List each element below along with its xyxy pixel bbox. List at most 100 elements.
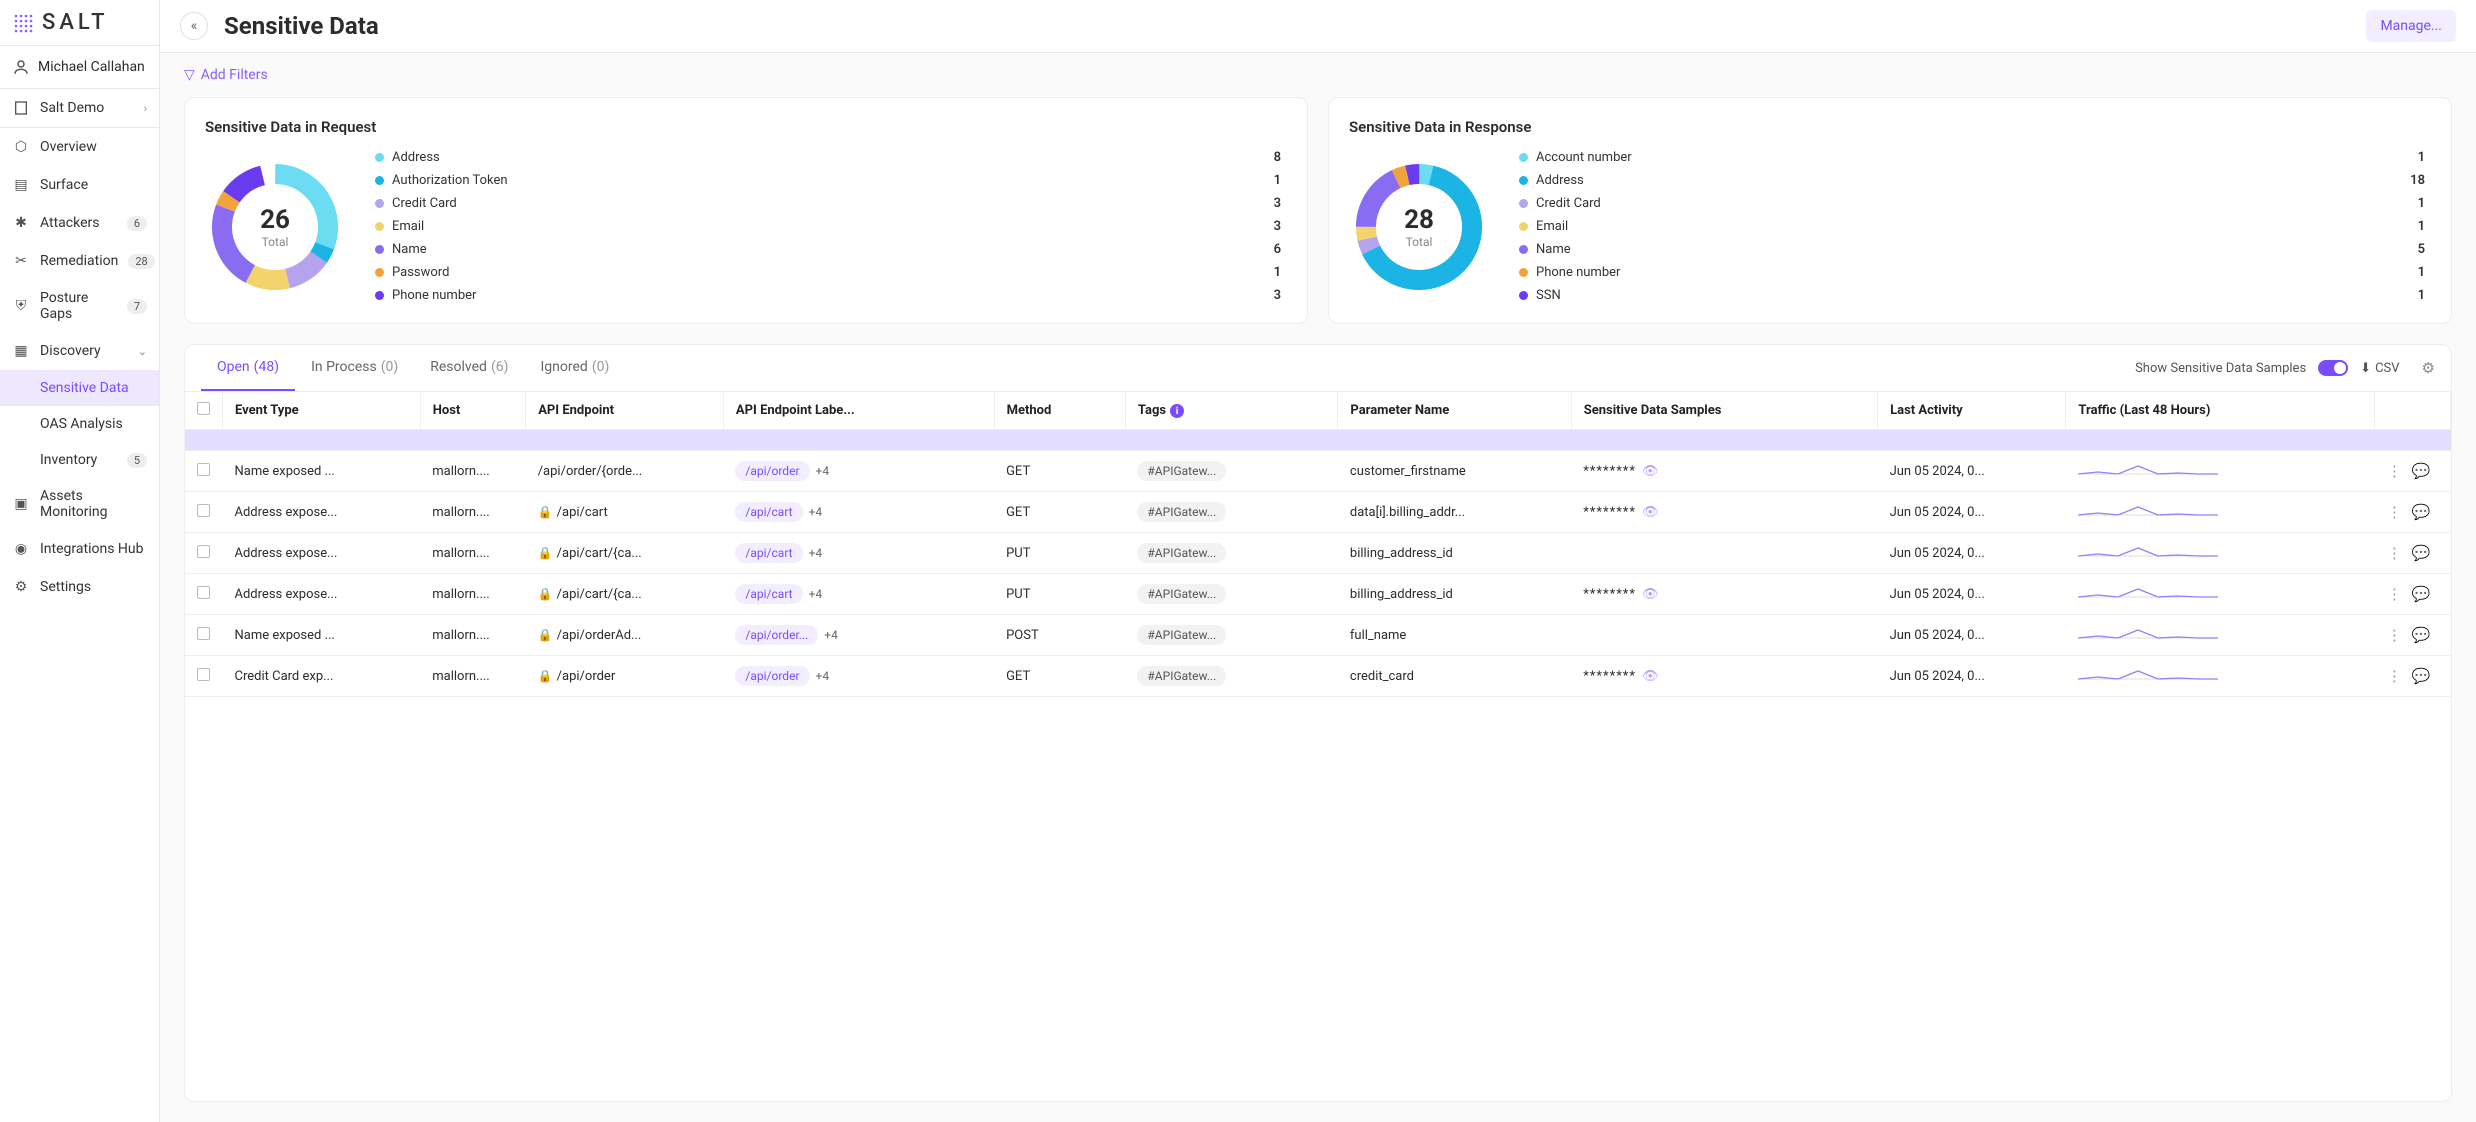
tab-open[interactable]: Open(48): [201, 345, 295, 391]
row-menu-button[interactable]: ⋮: [2387, 626, 2402, 644]
tab-in-process[interactable]: In Process(0): [295, 345, 414, 391]
row-checkbox[interactable]: [197, 627, 210, 640]
legend-item[interactable]: Phone number3: [375, 288, 1281, 303]
legend-item[interactable]: Email3: [375, 219, 1281, 234]
more-labels[interactable]: +4: [816, 669, 830, 683]
endpoint-pill[interactable]: /api/order: [735, 666, 809, 686]
more-labels[interactable]: +4: [816, 464, 830, 478]
tag-pill[interactable]: #APIGatew...: [1137, 502, 1226, 522]
more-labels[interactable]: +4: [809, 587, 823, 601]
lock-icon: 🔒: [538, 505, 553, 519]
eye-icon[interactable]: 👁: [1642, 587, 1659, 602]
sidebar-item-oas[interactable]: OAS Analysis: [0, 406, 159, 442]
add-filters-button[interactable]: ▽ Add Filters: [184, 67, 268, 83]
row-menu-button[interactable]: ⋮: [2387, 544, 2402, 562]
more-labels[interactable]: +4: [824, 628, 838, 642]
table-row[interactable]: Name exposed ...mallorn..../api/order/{o…: [185, 451, 2451, 492]
col-endpoint[interactable]: API Endpoint: [526, 392, 724, 430]
table-row[interactable]: Credit Card exp...mallorn....🔒/api/order…: [185, 656, 2451, 697]
col-host[interactable]: Host: [420, 392, 525, 430]
samples-toggle[interactable]: [2318, 360, 2348, 376]
chat-icon[interactable]: 💬: [2412, 544, 2431, 562]
table-scroll[interactable]: Event Type Host API Endpoint API Endpoin…: [185, 392, 2451, 1101]
tag-pill[interactable]: #APIGatew...: [1137, 584, 1226, 604]
sidebar-item-attackers[interactable]: ✱ Attackers 6: [0, 204, 159, 242]
sidebar-item-overview[interactable]: ⬡ Overview: [0, 128, 159, 166]
eye-icon[interactable]: 👁: [1642, 669, 1659, 684]
endpoint-pill[interactable]: /api/cart: [735, 584, 802, 604]
sidebar-item-settings[interactable]: ⚙ Settings: [0, 568, 159, 606]
tag-pill[interactable]: #APIGatew...: [1137, 461, 1226, 481]
col-samples[interactable]: Sensitive Data Samples: [1571, 392, 1877, 430]
col-param[interactable]: Parameter Name: [1338, 392, 1571, 430]
eye-icon[interactable]: 👁: [1642, 505, 1659, 520]
sidebar-item-assets[interactable]: ▣ Assets Monitoring: [0, 478, 159, 530]
table-row[interactable]: Name exposed ...mallorn....🔒/api/orderAd…: [185, 615, 2451, 656]
row-menu-button[interactable]: ⋮: [2387, 667, 2402, 685]
sidebar-item-discovery[interactable]: ▦ Discovery ⌄: [0, 332, 159, 370]
tag-pill[interactable]: #APIGatew...: [1137, 625, 1226, 645]
legend-item[interactable]: Name6: [375, 242, 1281, 257]
row-checkbox[interactable]: [197, 463, 210, 476]
endpoint-pill[interactable]: /api/cart: [735, 543, 802, 563]
more-labels[interactable]: +4: [809, 546, 823, 560]
legend-item[interactable]: Account number1: [1519, 150, 2425, 165]
endpoint-pill[interactable]: /api/cart: [735, 502, 802, 522]
col-last[interactable]: Last Activity: [1878, 392, 2066, 430]
col-checkbox[interactable]: [185, 392, 223, 430]
sidebar-item-surface[interactable]: ▤ Surface: [0, 166, 159, 204]
sidebar-item-inventory[interactable]: Inventory 5: [0, 442, 159, 478]
chat-icon[interactable]: 💬: [2412, 503, 2431, 521]
endpoint-pill[interactable]: /api/order: [735, 461, 809, 481]
legend-item[interactable]: Name5: [1519, 242, 2425, 257]
legend-value: 3: [1274, 288, 1281, 303]
context-selector[interactable]: Salt Demo ›: [0, 89, 159, 128]
endpoint-pill[interactable]: /api/order...: [735, 625, 818, 645]
tag-pill[interactable]: #APIGatew...: [1137, 543, 1226, 563]
chat-icon[interactable]: 💬: [2412, 667, 2431, 685]
manage-button[interactable]: Manage...: [2366, 10, 2456, 42]
table-row[interactable]: Address expose...mallorn....🔒/api/cart/{…: [185, 574, 2451, 615]
legend-item[interactable]: Email1: [1519, 219, 2425, 234]
legend-item[interactable]: Address8: [375, 150, 1281, 165]
row-menu-button[interactable]: ⋮: [2387, 462, 2402, 480]
eye-icon[interactable]: 👁: [1642, 464, 1659, 479]
row-menu-button[interactable]: ⋮: [2387, 503, 2402, 521]
sidebar-item-remediation[interactable]: ✂ Remediation 28: [0, 242, 159, 280]
table-row[interactable]: Address expose...mallorn....🔒/api/cart/a…: [185, 492, 2451, 533]
col-traffic[interactable]: Traffic (Last 48 Hours): [2066, 392, 2375, 430]
sidebar-collapse-button[interactable]: «: [180, 12, 208, 40]
table-row[interactable]: Address expose...mallorn....🔒/api/cart/{…: [185, 533, 2451, 574]
legend-item[interactable]: SSN1: [1519, 288, 2425, 303]
row-checkbox[interactable]: [197, 545, 210, 558]
legend-item[interactable]: Phone number1: [1519, 265, 2425, 280]
row-checkbox[interactable]: [197, 504, 210, 517]
col-tags[interactable]: Tagsi: [1125, 392, 1337, 430]
legend-item[interactable]: Credit Card3: [375, 196, 1281, 211]
legend-item[interactable]: Authorization Token1: [375, 173, 1281, 188]
row-checkbox[interactable]: [197, 586, 210, 599]
legend-item[interactable]: Address18: [1519, 173, 2425, 188]
csv-export-button[interactable]: ⬇CSV: [2360, 361, 2399, 376]
user-row[interactable]: Michael Callahan: [0, 46, 159, 89]
tab-resolved[interactable]: Resolved(6): [414, 345, 524, 391]
col-labels[interactable]: API Endpoint Labe...: [723, 392, 994, 430]
legend-item[interactable]: Password1: [375, 265, 1281, 280]
col-event[interactable]: Event Type: [223, 392, 421, 430]
tag-pill[interactable]: #APIGatew...: [1137, 666, 1226, 686]
sidebar-item-posture[interactable]: ⛨ Posture Gaps 7: [0, 280, 159, 332]
cell-host: mallorn....: [420, 656, 525, 697]
chat-icon[interactable]: 💬: [2412, 462, 2431, 480]
legend-item[interactable]: Credit Card1: [1519, 196, 2425, 211]
legend-dot: [375, 268, 384, 277]
col-method[interactable]: Method: [994, 392, 1125, 430]
chat-icon[interactable]: 💬: [2412, 585, 2431, 603]
sidebar-item-integrations[interactable]: ◉ Integrations Hub: [0, 530, 159, 568]
sidebar-item-sensitive-data[interactable]: Sensitive Data: [0, 370, 159, 406]
row-checkbox[interactable]: [197, 668, 210, 681]
row-menu-button[interactable]: ⋮: [2387, 585, 2402, 603]
table-settings-button[interactable]: ⚙: [2422, 359, 2435, 377]
more-labels[interactable]: +4: [809, 505, 823, 519]
tab-ignored[interactable]: Ignored(0): [524, 345, 625, 391]
chat-icon[interactable]: 💬: [2412, 626, 2431, 644]
